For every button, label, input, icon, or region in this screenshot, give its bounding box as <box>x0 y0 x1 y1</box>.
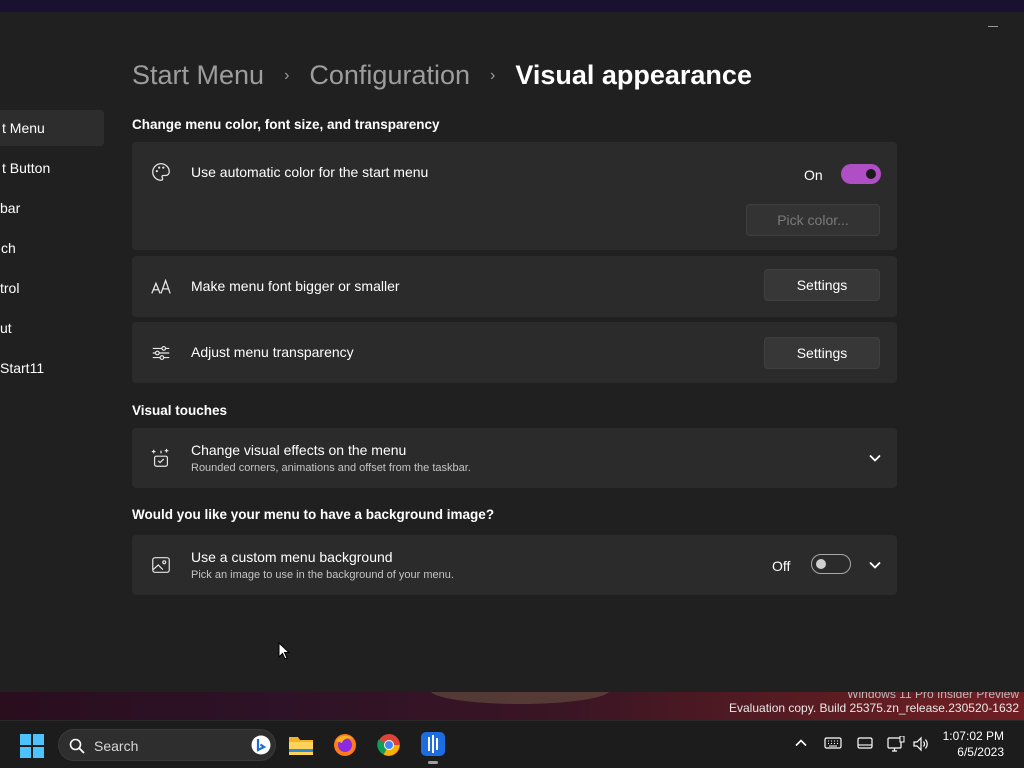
toggle-knob <box>866 169 876 179</box>
bing-icon[interactable] <box>251 735 271 755</box>
minimize-button[interactable] <box>988 26 998 27</box>
clock-date: 6/5/2023 <box>957 745 1004 759</box>
sidebar-item-about[interactable]: ut <box>0 310 110 346</box>
search-icon <box>69 738 85 754</box>
wallpaper-glow <box>430 692 610 704</box>
section-title-visual: Visual touches <box>132 403 228 418</box>
keyboard-icon[interactable] <box>824 736 842 750</box>
file-explorer-icon[interactable] <box>288 733 314 757</box>
card-auto-color: Use automatic color for the start menu O… <box>132 142 897 250</box>
page-title: Visual appearance <box>515 60 752 90</box>
sidebar-item-label: ut <box>0 320 12 336</box>
firefox-icon[interactable] <box>333 733 357 757</box>
watermark-line2: Evaluation copy. Build 25375.zn_release.… <box>729 701 1019 715</box>
card-visual-effects[interactable]: Change visual effects on the menu Rounde… <box>132 428 897 488</box>
transparency-label: Adjust menu transparency <box>191 344 354 360</box>
chevron-up-icon[interactable] <box>794 736 808 750</box>
custom-bg-toggle[interactable] <box>811 554 851 574</box>
sidebar-item-label: trol <box>0 280 20 296</box>
sidebar-item-label: ch <box>1 240 16 256</box>
sidebar-item-start-menu[interactable]: t Menu <box>0 110 104 146</box>
clock-time: 1:07:02 PM <box>942 729 1004 743</box>
palette-icon <box>152 163 170 181</box>
auto-color-label: Use automatic color for the start menu <box>191 164 429 180</box>
sidebar-item-taskbar[interactable]: bar <box>0 190 110 226</box>
section-title-background: Would you like your menu to have a backg… <box>132 507 495 522</box>
sidebar-item-label: bar <box>0 200 21 216</box>
auto-color-toggle-state: On <box>804 167 823 183</box>
pick-color-button[interactable]: Pick color... <box>746 204 880 236</box>
breadcrumb-start-menu[interactable]: Start Menu <box>132 60 264 91</box>
watermark-line1: Windows 11 Pro Insider Preview <box>847 692 1019 701</box>
running-indicator <box>428 761 438 764</box>
breadcrumb-configuration[interactable]: Configuration <box>309 60 470 91</box>
custom-bg-desc: Pick an image to use in the background o… <box>191 569 454 581</box>
taskbar-search-box[interactable]: Search <box>58 729 276 761</box>
breadcrumb-separator: › <box>490 66 496 84</box>
chevron-down-icon[interactable] <box>868 451 882 465</box>
sliders-icon <box>152 345 170 361</box>
chevron-down-icon[interactable] <box>868 558 882 572</box>
sidebar-item-label: t Menu <box>2 120 45 136</box>
sidebar: t Menu t Button bar ch trol ut Start11 <box>0 110 110 390</box>
sparkle-icon <box>151 448 169 467</box>
chrome-icon[interactable] <box>377 733 401 757</box>
desktop-top-strip <box>0 0 1024 12</box>
font-size-icon <box>151 278 171 294</box>
sidebar-item-search[interactable]: ch <box>0 230 110 266</box>
taskbar-clock[interactable]: 1:07:02 PM 6/5/2023 <box>943 728 1004 760</box>
volume-icon[interactable] <box>912 736 930 752</box>
network-icon[interactable] <box>887 736 905 752</box>
start11-settings-window: t Menu t Button bar ch trol ut Start11 S… <box>0 12 1024 692</box>
card-transparency: Adjust menu transparency Settings <box>132 322 897 383</box>
font-settings-button[interactable]: Settings <box>764 269 880 301</box>
desktop-wallpaper: Windows 11 Pro Insider Preview Evaluatio… <box>0 692 1024 720</box>
image-icon <box>152 557 170 573</box>
breadcrumb: Start Menu › Configuration › Visual appe… <box>132 60 752 91</box>
sidebar-item-control[interactable]: trol <box>0 270 110 306</box>
start11-app-icon[interactable] <box>421 732 445 758</box>
toggle-knob <box>816 559 826 569</box>
auto-color-toggle[interactable] <box>841 164 881 184</box>
section-title-color: Change menu color, font size, and transp… <box>132 117 440 132</box>
sidebar-item-label: Start11 <box>0 360 45 376</box>
sidebar-item-start-button[interactable]: t Button <box>0 150 110 186</box>
font-size-label: Make menu font bigger or smaller <box>191 278 400 294</box>
breadcrumb-separator: › <box>284 66 290 84</box>
sidebar-item-label: t Button <box>2 160 51 176</box>
transparency-settings-button[interactable]: Settings <box>764 337 880 369</box>
search-label: Search <box>94 738 139 754</box>
taskbar: Search 1:07:02 PM 6/5/2023 <box>0 720 1024 768</box>
sidebar-item-start11[interactable]: Start11 <box>0 350 110 386</box>
visual-effects-label: Change visual effects on the menu <box>191 442 407 458</box>
windows-start-icon[interactable] <box>20 734 44 758</box>
card-font-size: Make menu font bigger or smaller Setting… <box>132 256 897 317</box>
card-custom-background: Use a custom menu background Pick an ima… <box>132 535 897 595</box>
custom-bg-toggle-state: Off <box>772 558 791 574</box>
custom-bg-label: Use a custom menu background <box>191 549 393 565</box>
mouse-cursor-icon <box>278 642 290 660</box>
visual-effects-desc: Rounded corners, animations and offset f… <box>191 462 471 474</box>
tablet-icon[interactable] <box>857 736 873 750</box>
